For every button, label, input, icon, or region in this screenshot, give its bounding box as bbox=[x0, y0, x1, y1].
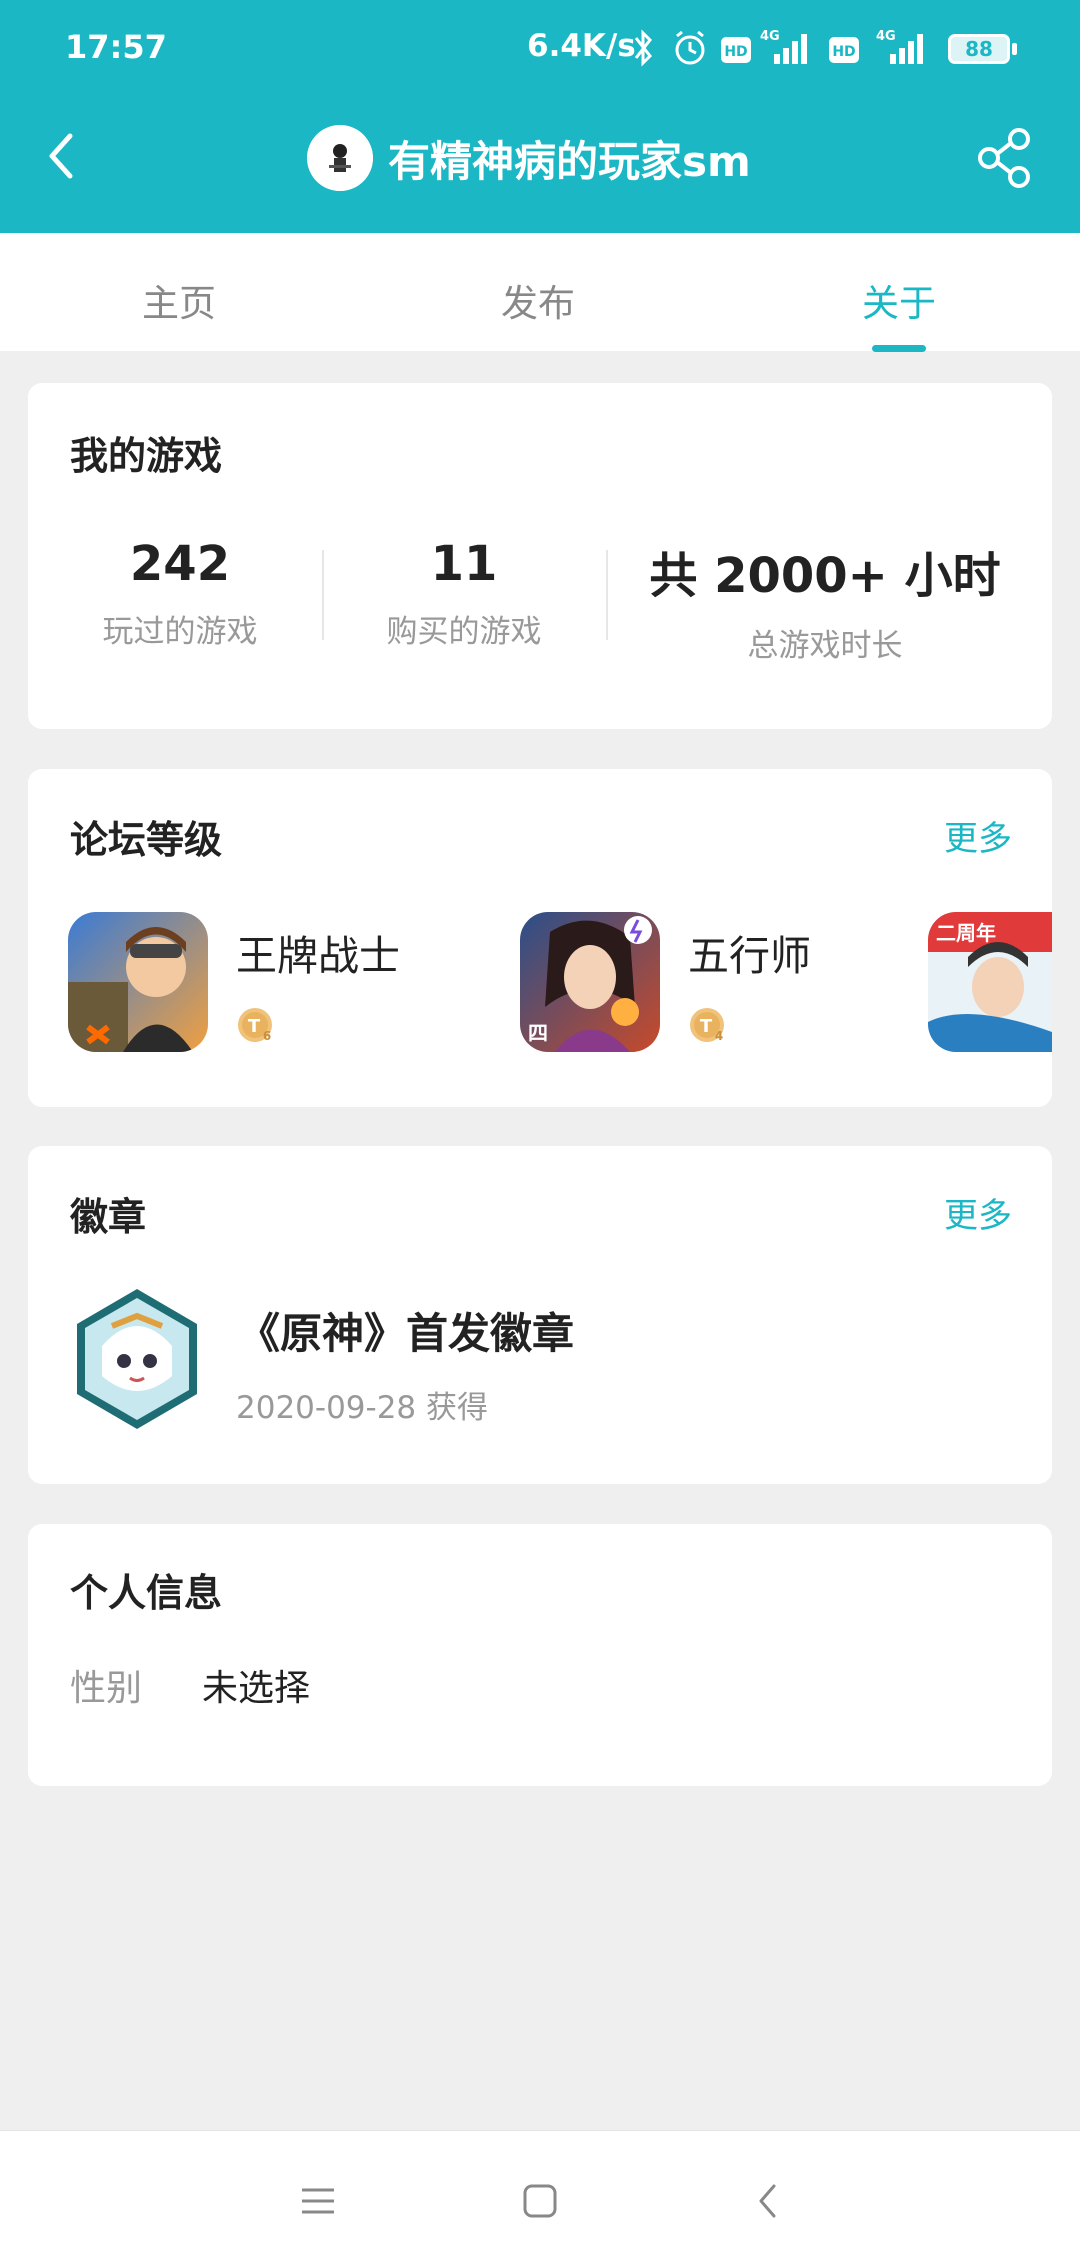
system-nav-bar bbox=[0, 2130, 1080, 2261]
game-art-icon bbox=[68, 912, 208, 1052]
stat-value: 242 bbox=[129, 536, 231, 592]
tab-about[interactable]: 关于 bbox=[862, 273, 936, 327]
game-name[interactable]: 五行师 bbox=[688, 922, 811, 982]
stat-played-games[interactable]: 242 玩过的游戏 bbox=[60, 536, 300, 651]
level-badge-icon: T 6 bbox=[236, 1006, 276, 1046]
stat-purchased-games[interactable]: 11 购买的游戏 bbox=[344, 536, 584, 651]
signal-icon: 4G bbox=[876, 28, 928, 72]
square-icon bbox=[523, 2184, 557, 2218]
system-back-button[interactable] bbox=[738, 2171, 798, 2231]
status-bar: 17:57 6.4K/s HD 4G HD 4G 88 bbox=[0, 0, 1080, 100]
menu-icon bbox=[302, 2188, 334, 2214]
signal-4g-label: 4G bbox=[876, 29, 896, 44]
tab-posts[interactable]: 发布 bbox=[501, 273, 575, 327]
stat-label: 玩过的游戏 bbox=[102, 614, 258, 650]
active-tab-indicator bbox=[872, 345, 926, 352]
hd-icon: HD bbox=[828, 36, 860, 68]
level-number: 4 bbox=[715, 1029, 723, 1043]
hd-label: HD bbox=[724, 44, 747, 60]
game-name[interactable]: 王牌战士 bbox=[236, 922, 400, 982]
badge-date: 2020-09-28 获得 bbox=[236, 1390, 489, 1426]
user-avatar-icon bbox=[307, 125, 373, 191]
stat-label: 购买的游戏 bbox=[386, 614, 542, 650]
app-header: 17:57 6.4K/s HD 4G HD 4G 88 有精神病的玩家sm bbox=[0, 0, 1080, 233]
avatar[interactable] bbox=[307, 125, 373, 191]
hd-icon: HD bbox=[720, 36, 752, 68]
third-icon-text: 二周年 bbox=[936, 921, 996, 945]
signal-4g-label: 4G bbox=[760, 29, 780, 44]
badge-name[interactable]: 《原神》首发徽章 bbox=[238, 1300, 574, 1361]
alarm-icon bbox=[672, 28, 708, 72]
back-button[interactable] bbox=[35, 122, 87, 190]
level-badge-graphic: T 4 bbox=[690, 1008, 724, 1043]
share-icon bbox=[978, 128, 1030, 188]
svg-text:T: T bbox=[248, 1016, 261, 1037]
svg-text:T: T bbox=[700, 1016, 713, 1037]
personal-info-card: 个人信息 bbox=[28, 1524, 1052, 1786]
stat-play-time[interactable]: 共 2000+ 小时 总游戏时长 bbox=[640, 536, 1010, 665]
game-icon-ace-soldier[interactable] bbox=[68, 912, 208, 1052]
share-button[interactable] bbox=[975, 125, 1037, 191]
badges-more-link[interactable]: 更多 bbox=[944, 1188, 1012, 1237]
stat-divider bbox=[606, 550, 608, 640]
stat-divider bbox=[322, 550, 324, 640]
status-time: 17:57 bbox=[65, 28, 167, 66]
personal-info-title: 个人信息 bbox=[70, 1571, 223, 1615]
badges-title: 徽章 bbox=[70, 1195, 147, 1239]
my-games-title: 我的游戏 bbox=[70, 434, 223, 478]
battery-icon: 88 bbox=[948, 34, 1010, 64]
level-badge-icon: T 4 bbox=[688, 1006, 728, 1046]
level-badge-graphic: T 6 bbox=[238, 1008, 272, 1043]
forum-level-more-link[interactable]: 更多 bbox=[944, 811, 1012, 860]
network-speed: 6.4K/s bbox=[527, 28, 636, 64]
tab-home[interactable]: 主页 bbox=[142, 273, 216, 327]
gender-label: 性别 bbox=[70, 1668, 143, 1709]
stat-value: 共 2000+ 小时 bbox=[649, 548, 1001, 604]
stat-value: 11 bbox=[430, 536, 498, 592]
game-art-icon: 二周年 bbox=[928, 912, 1052, 1052]
chevron-left-icon bbox=[759, 2184, 776, 2218]
bluetooth-icon bbox=[632, 28, 656, 72]
tab-bar: 主页 发布 关于 bbox=[0, 233, 1080, 352]
badge-graphic bbox=[77, 1289, 197, 1429]
stat-label: 总游戏时长 bbox=[747, 628, 903, 664]
chevron-left-icon bbox=[49, 133, 73, 179]
svg-text:四: 四 bbox=[528, 1021, 548, 1045]
game-art-icon: 四 bbox=[520, 912, 660, 1052]
level-number: 6 bbox=[263, 1029, 271, 1043]
recent-apps-button[interactable] bbox=[288, 2171, 348, 2231]
signal-icon: 4G bbox=[760, 28, 812, 72]
battery-tip bbox=[1012, 43, 1017, 55]
hd-label: HD bbox=[832, 44, 855, 60]
gender-value: 未选择 bbox=[202, 1668, 311, 1709]
game-icon-wuxingshi[interactable]: 四 bbox=[520, 912, 660, 1052]
game-icon-third[interactable]: 二周年 bbox=[928, 912, 1052, 1052]
forum-level-title: 论坛等级 bbox=[70, 818, 223, 862]
page-title: 有精神病的玩家sm bbox=[388, 137, 751, 186]
home-button[interactable] bbox=[510, 2171, 570, 2231]
genshin-badge-icon[interactable] bbox=[72, 1286, 202, 1432]
